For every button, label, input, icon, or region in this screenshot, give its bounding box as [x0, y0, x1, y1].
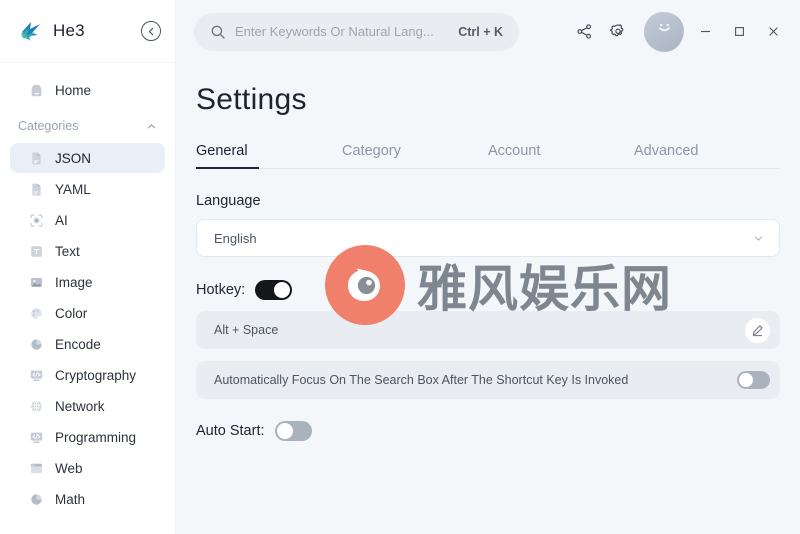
chevron-up-icon — [147, 123, 156, 128]
sidebar-item-label: Home — [55, 82, 92, 98]
main-area: Enter Keywords Or Natural Lang... Ctrl +… — [176, 0, 800, 534]
auto-start-row: Auto Start: — [196, 421, 780, 441]
sidebar-item-network[interactable]: Network — [10, 391, 165, 421]
auto-focus-panel: Automatically Focus On The Search Box Af… — [196, 361, 780, 399]
settings-content: Settings General Category Account Advanc… — [176, 63, 800, 441]
home-icon — [28, 82, 44, 98]
avatar-smiley-icon — [658, 23, 670, 31]
sidebar-item-cryptography[interactable]: Cryptography — [10, 360, 165, 390]
file-json-icon — [28, 150, 44, 166]
app-window: He3 Home Categories JSON YAML AI Text Im… — [0, 0, 800, 534]
color-palette-icon — [28, 305, 44, 321]
auto-start-label: Auto Start: — [196, 423, 265, 439]
close-icon — [768, 27, 778, 36]
sidebar-item-label: Image — [55, 274, 93, 290]
sidebar-item-label: Encode — [55, 336, 101, 352]
brand-name: He3 — [53, 21, 85, 40]
sidebar-item-json[interactable]: JSON — [10, 143, 165, 173]
pencil-edit-icon — [752, 324, 763, 336]
math-pie-icon — [28, 491, 44, 507]
sidebar-item-home[interactable]: Home — [10, 75, 165, 105]
search-placeholder: Enter Keywords Or Natural Lang... — [235, 24, 434, 39]
hotkey-value: Alt + Space — [214, 323, 279, 337]
page-title: Settings — [196, 83, 307, 116]
sidebar-item-label: Web — [55, 460, 83, 476]
hotkey-row: Hotkey: — [196, 280, 780, 300]
encode-pie-icon — [28, 336, 44, 352]
code-screen-icon — [28, 429, 44, 445]
share-icon[interactable] — [572, 20, 596, 44]
minimize-button[interactable] — [692, 19, 718, 45]
sidebar-item-encode[interactable]: Encode — [10, 329, 165, 359]
crypto-screen-icon — [28, 367, 44, 383]
avatar[interactable] — [644, 11, 684, 52]
sidebar-item-label: Color — [55, 305, 88, 321]
toggle-knob — [739, 373, 753, 387]
gear-icon[interactable] — [606, 20, 630, 44]
chevron-down-icon — [754, 235, 763, 241]
auto-focus-toggle[interactable] — [737, 371, 770, 389]
language-label: Language — [196, 193, 261, 209]
language-selected-value: English — [214, 230, 257, 246]
sidebar-nav: Home Categories JSON YAML AI Text Image … — [0, 63, 175, 534]
titlebar: Enter Keywords Or Natural Lang... Ctrl +… — [176, 0, 800, 63]
network-globe-icon — [28, 398, 44, 414]
search-input[interactable]: Enter Keywords Or Natural Lang... Ctrl +… — [194, 12, 519, 51]
settings-tabs: General Category Account Advanced — [196, 143, 780, 169]
sidebar-item-text[interactable]: Text — [10, 236, 165, 266]
hotkey-edit-button[interactable] — [745, 317, 770, 343]
auto-focus-label: Automatically Focus On The Search Box Af… — [214, 373, 629, 387]
sidebar-item-image[interactable]: Image — [10, 267, 165, 297]
sidebar: He3 Home Categories JSON YAML AI Text Im… — [0, 0, 176, 534]
search-shortcut-hint: Ctrl + K — [458, 24, 503, 39]
sidebar-item-web[interactable]: Web — [10, 453, 165, 483]
hotkey-label: Hotkey: — [196, 282, 246, 298]
sidebar-item-color[interactable]: Color — [10, 298, 165, 328]
sidebar-item-label: AI — [55, 212, 68, 228]
tab-general[interactable]: General — [196, 143, 342, 169]
he3-arrow-logo-icon — [18, 18, 44, 44]
sidebar-item-label: Programming — [55, 429, 137, 445]
brand-row: He3 — [0, 0, 175, 63]
tab-account[interactable]: Account — [488, 143, 634, 168]
sidebar-item-math[interactable]: Math — [10, 484, 165, 514]
search-icon — [211, 25, 225, 39]
image-icon — [28, 274, 44, 290]
toggle-knob — [274, 282, 291, 298]
close-button[interactable] — [760, 19, 786, 45]
hotkey-value-panel: Alt + Space — [196, 311, 780, 349]
chevron-left-icon — [148, 27, 153, 35]
minimize-icon — [700, 30, 710, 33]
maximize-button[interactable] — [726, 19, 752, 45]
sidebar-item-ai[interactable]: AI — [10, 205, 165, 235]
toggle-knob — [276, 423, 293, 439]
sidebar-collapse-button[interactable] — [141, 21, 161, 41]
categories-label: Categories — [18, 119, 79, 133]
language-select[interactable]: English — [196, 219, 780, 257]
sidebar-item-programming[interactable]: Programming — [10, 422, 165, 452]
text-icon — [28, 243, 44, 259]
ai-target-icon — [28, 212, 44, 228]
sidebar-item-label: YAML — [55, 181, 91, 197]
sidebar-item-yaml[interactable]: YAML — [10, 174, 165, 204]
maximize-icon — [734, 27, 744, 36]
sidebar-item-label: JSON — [55, 150, 92, 166]
tab-category[interactable]: Category — [342, 143, 488, 168]
sidebar-item-label: Cryptography — [55, 367, 137, 383]
sidebar-item-label: Text — [55, 243, 80, 259]
sidebar-item-label: Network — [55, 398, 105, 414]
tab-advanced[interactable]: Advanced — [634, 143, 780, 168]
sidebar-item-label: Math — [55, 491, 86, 507]
hotkey-toggle[interactable] — [255, 280, 293, 300]
browser-icon — [28, 460, 44, 476]
file-yaml-icon — [28, 181, 44, 197]
sidebar-categories-header[interactable]: Categories — [10, 112, 165, 140]
auto-start-toggle[interactable] — [274, 421, 312, 441]
